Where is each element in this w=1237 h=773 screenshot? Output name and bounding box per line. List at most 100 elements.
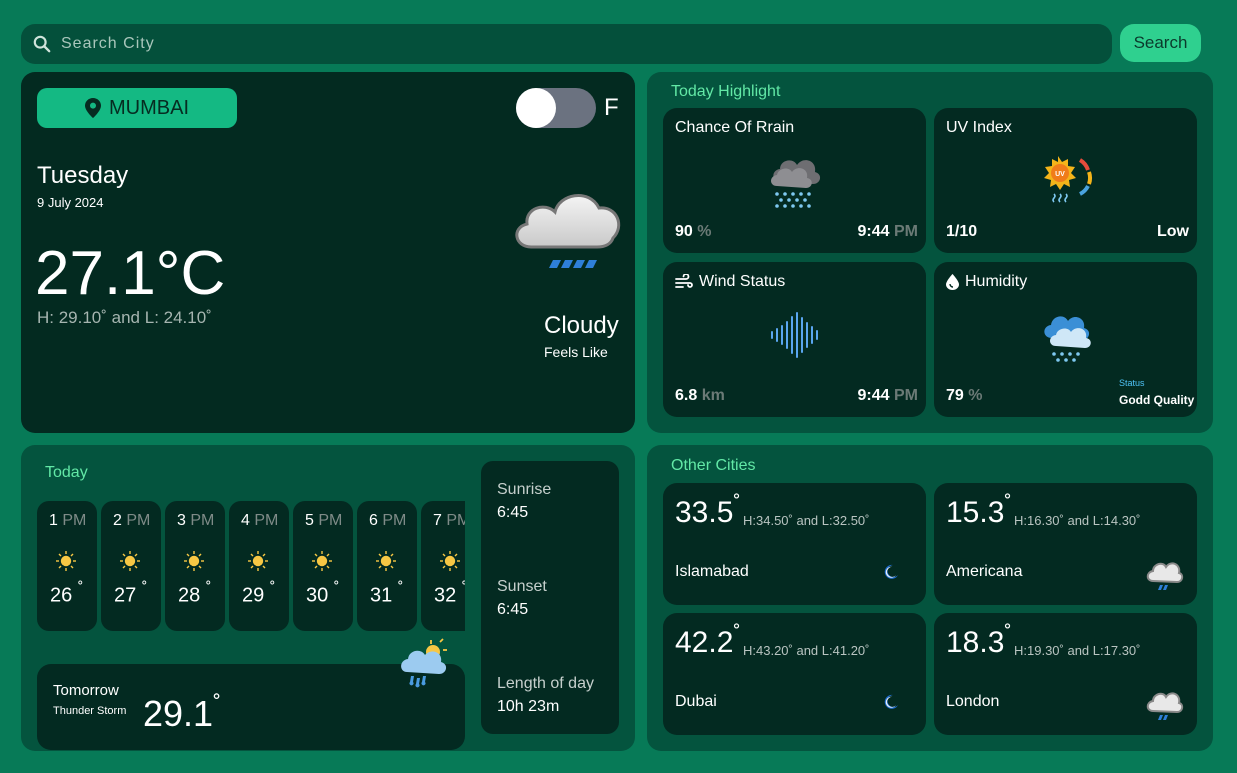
wind-value: 6.8 km xyxy=(675,387,725,404)
rain-card-title: Chance Of Rrain xyxy=(675,119,795,136)
hour-label: 3 PM xyxy=(177,512,215,529)
other-cities-panel: Other Cities 33.5˚ H:34.50˚ and L:32.50˚… xyxy=(647,445,1213,751)
city-temp: 15.3˚ xyxy=(946,491,1012,529)
sunset-label: Sunset xyxy=(497,578,547,595)
thunderstorm-icon xyxy=(401,638,447,688)
rain-chance-card: Chance Of Rrain 90 % 9:44 PM xyxy=(663,108,926,253)
city-hilo: H:34.50˚ and L:32.50˚ xyxy=(743,513,870,528)
city-card-americana[interactable]: 15.3˚ H:16.30˚ and L:14.30˚ Americana xyxy=(934,483,1197,605)
hour-temp: 26 ˚ xyxy=(50,579,84,607)
uv-index-card: UV Index UV 1/10 Low xyxy=(934,108,1197,253)
today-highlight-panel: Today Highlight Chance Of Rrain 90 % 9:4… xyxy=(647,72,1213,433)
uv-sun-icon: UV xyxy=(1044,156,1093,203)
humidity-card-title: Humidity xyxy=(946,273,1027,291)
tomorrow-condition: Thunder Storm xyxy=(53,705,127,717)
today-title: Today xyxy=(45,464,88,481)
city-name: Dubai xyxy=(675,693,717,710)
wind-icon xyxy=(675,274,693,288)
hour-temp: 29 ˚ xyxy=(242,579,276,607)
sunrise-label: Sunrise xyxy=(497,481,552,498)
hour-card: 1 PM 26 ˚ xyxy=(37,501,97,631)
sunset-value: 6:45 xyxy=(497,601,529,618)
sun-times-panel: Sunrise 6:45 Sunset 6:45 Length of day 1… xyxy=(481,461,619,734)
hour-label: 2 PM xyxy=(113,512,151,529)
uv-card-title: UV Index xyxy=(946,119,1012,136)
humidity-title-text: Humidity xyxy=(965,273,1028,290)
hour-card: 2 PM 27 ˚ xyxy=(101,501,161,631)
city-hilo: H:16.30˚ and L:14.30˚ xyxy=(1014,513,1141,528)
wind-wave-icon xyxy=(771,312,818,358)
day-name: Tuesday xyxy=(37,162,129,189)
sun-icon xyxy=(312,551,332,571)
location-chip[interactable]: MUMBAI xyxy=(37,88,237,128)
sun-icon xyxy=(248,551,268,571)
sun-icon xyxy=(184,551,204,571)
tomorrow-temp: 29.1˚ xyxy=(143,692,222,734)
humidity-status-label: Status xyxy=(1119,378,1145,388)
sunrise-value: 6:45 xyxy=(497,504,529,521)
city-name: London xyxy=(946,693,1000,710)
svg-text:UV: UV xyxy=(1055,171,1065,178)
rain-cloud-icon xyxy=(1146,562,1184,590)
rain-cloud-icon xyxy=(771,160,821,208)
hour-card: 3 PM 28 ˚ xyxy=(165,501,225,631)
city-name: Islamabad xyxy=(675,563,749,580)
drop-icon xyxy=(946,274,959,290)
sun-icon xyxy=(56,551,76,571)
unit-toggle[interactable] xyxy=(516,88,596,128)
city-card-islamabad[interactable]: 33.5˚ H:34.50˚ and L:32.50˚ Islamabad xyxy=(663,483,926,605)
humidity-cloud-icon xyxy=(1044,316,1091,362)
hour-temp: 30 ˚ xyxy=(306,579,340,607)
search-input[interactable] xyxy=(61,24,1101,64)
hour-temp: 32 ˚ xyxy=(434,579,465,607)
wind-time: 9:44 PM xyxy=(857,387,918,404)
feels-like-label: Feels Like xyxy=(544,344,608,360)
other-cities-title: Other Cities xyxy=(671,457,756,474)
hour-label: 7 PM xyxy=(433,512,465,529)
hourly-forecast-strip[interactable]: 1 PM 26 ˚ 2 PM 27 ˚ 3 PM 28 ˚ 4 PM 29 ˚ … xyxy=(37,501,465,631)
hour-label: 6 PM xyxy=(369,512,407,529)
toggle-knob xyxy=(516,88,556,128)
hour-card: 7 PM 32 ˚ xyxy=(421,501,465,631)
hour-temp: 28 ˚ xyxy=(178,579,212,607)
city-temp: 18.3˚ xyxy=(946,621,1012,659)
city-name: Americana xyxy=(946,563,1023,580)
rain-value: 90 % xyxy=(675,223,712,240)
search-bar xyxy=(21,24,1112,64)
city-temp: 33.5˚ xyxy=(675,491,741,529)
city-temp: 42.2˚ xyxy=(675,621,741,659)
hour-card: 6 PM 31 ˚ xyxy=(357,501,417,631)
hour-card: 4 PM 29 ˚ xyxy=(229,501,289,631)
rain-cloud-icon xyxy=(1146,692,1184,720)
highlight-title: Today Highlight xyxy=(671,83,781,100)
wind-title-text: Wind Status xyxy=(699,273,786,290)
sun-icon xyxy=(120,551,140,571)
city-card-london[interactable]: 18.3˚ H:19.30˚ and L:17.30˚ London xyxy=(934,613,1197,735)
humidity-status: Godd Quality xyxy=(1119,393,1195,407)
current-temperature: 27.1°C xyxy=(35,239,226,308)
hour-label: 1 PM xyxy=(49,512,87,529)
date-text: 9 July 2024 xyxy=(37,195,104,210)
today-forecast-panel: Today 1 PM 26 ˚ 2 PM 27 ˚ 3 PM 28 ˚ 4 PM… xyxy=(21,445,635,751)
sun-icon xyxy=(440,551,460,571)
rain-time: 9:44 PM xyxy=(857,223,918,240)
search-icon xyxy=(33,35,51,53)
cloud-rain-icon xyxy=(515,194,621,268)
humidity-card: Humidity 79 % Status Godd Quality xyxy=(934,262,1197,417)
uv-value: 1/10 xyxy=(946,223,978,240)
hour-label: 5 PM xyxy=(305,512,343,529)
current-weather-card: MUMBAI F Tuesday 9 July 2024 27.1°C H: 2… xyxy=(21,72,635,433)
humidity-value: 79 % xyxy=(946,387,983,404)
uv-level: Low xyxy=(1157,223,1189,240)
search-button[interactable]: Search xyxy=(1120,24,1201,62)
day-length-label: Length of day xyxy=(497,675,594,692)
hour-temp: 27 ˚ xyxy=(114,579,148,607)
tomorrow-label: Tomorrow xyxy=(53,682,119,699)
city-card-dubai[interactable]: 42.2˚ H:43.20˚ and L:41.20˚ Dubai xyxy=(663,613,926,735)
city-hilo: H:19.30˚ and L:17.30˚ xyxy=(1014,643,1141,658)
moon-icon xyxy=(884,564,898,579)
city-name: MUMBAI xyxy=(109,96,189,119)
tomorrow-card: Tomorrow Thunder Storm 29.1˚ xyxy=(37,638,465,750)
hour-temp: 31 ˚ xyxy=(370,579,404,607)
high-low-text: H: 29.10˚ and L: 24.10˚ xyxy=(37,308,212,327)
